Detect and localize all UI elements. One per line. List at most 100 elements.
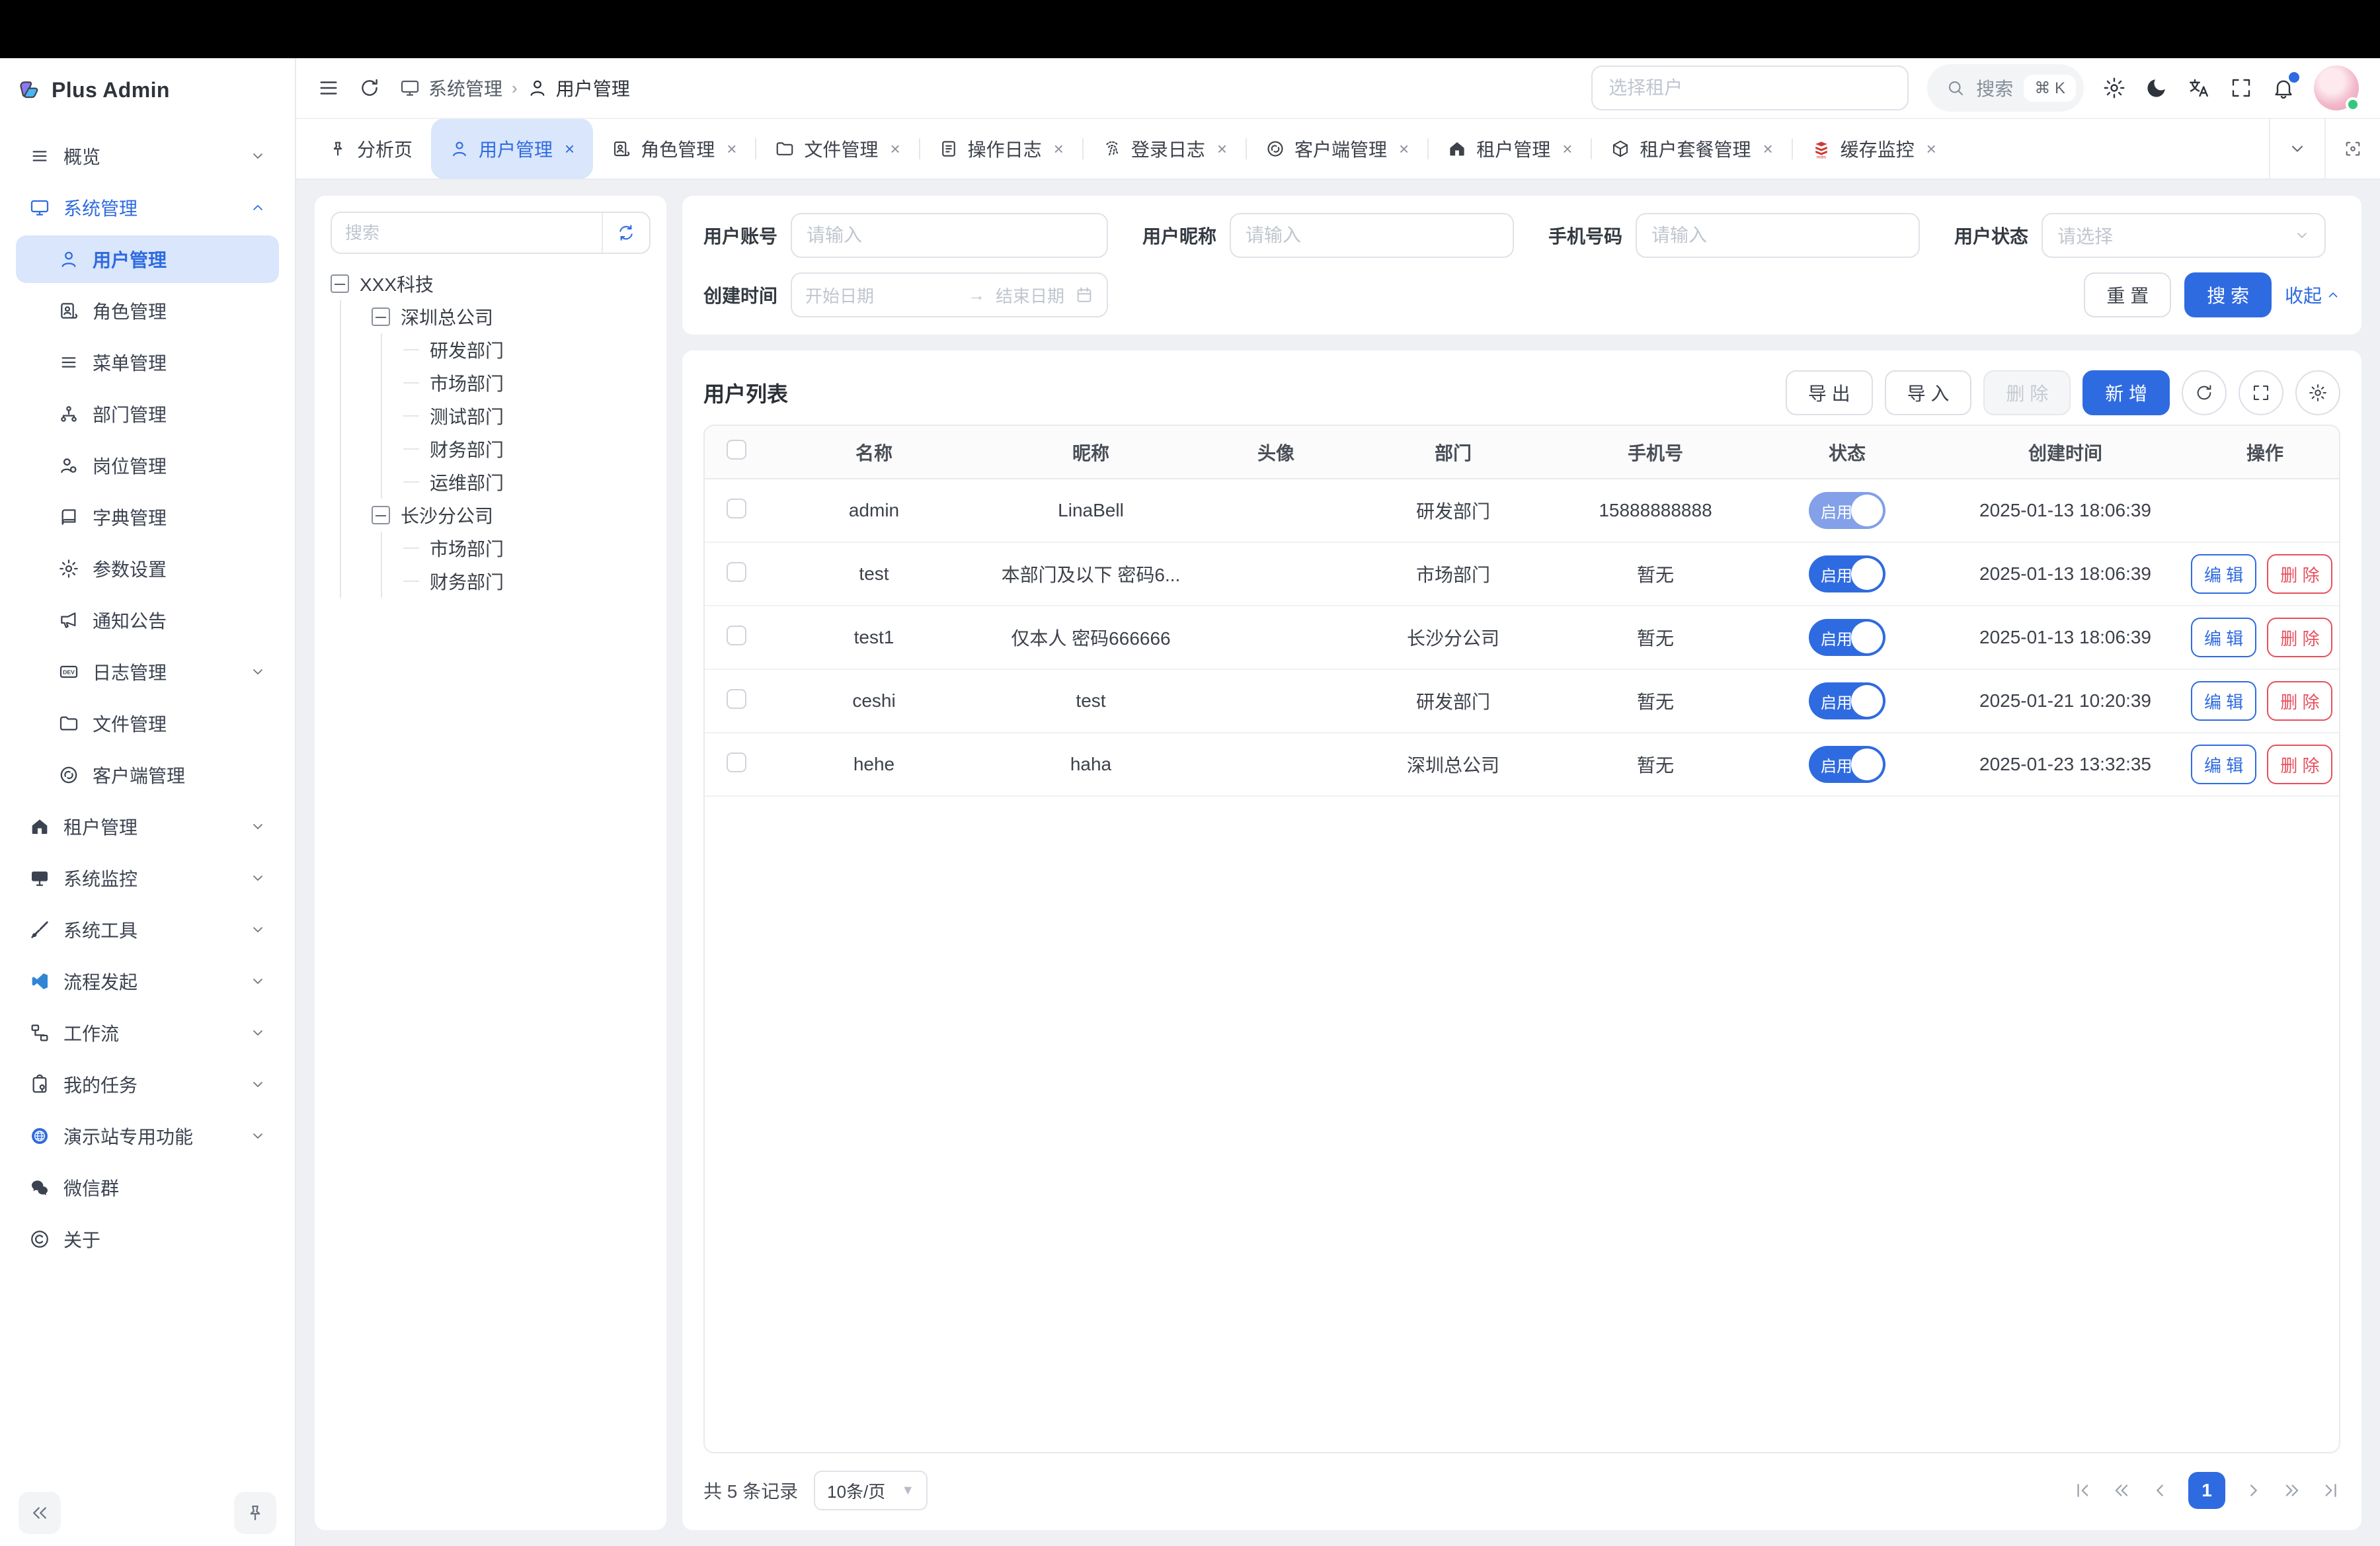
tree-leaf-测试部门[interactable]: 测试部门	[382, 399, 651, 432]
tab-缓存监控[interactable]: redis缓存监控×	[1793, 119, 1955, 179]
table-settings-icon[interactable]	[2295, 370, 2340, 415]
sidebar-item-菜单管理[interactable]: 菜单管理	[16, 339, 279, 386]
sidebar-item-角色管理[interactable]: 角色管理	[16, 287, 279, 335]
sidebar-item-工作流[interactable]: 工作流	[16, 1009, 279, 1057]
sidebar-item-流程发起[interactable]: 流程发起	[16, 957, 279, 1005]
sidebar-item-概览[interactable]: 概览	[16, 132, 279, 180]
next-page-button[interactable]	[2244, 1481, 2264, 1500]
tab-租户套餐管理[interactable]: 租户套餐管理×	[1592, 119, 1791, 179]
prev-page-button[interactable]	[2150, 1481, 2170, 1500]
tabs-dropdown-button[interactable]	[2269, 118, 2324, 179]
sidebar-item-部门管理[interactable]: 部门管理	[16, 390, 279, 438]
row-checkbox[interactable]	[727, 626, 746, 645]
edit-button[interactable]: 编 辑	[2191, 745, 2256, 784]
global-search-button[interactable]: 搜索 ⌘ K	[1927, 64, 2084, 112]
add-button[interactable]: 新 增	[2082, 370, 2170, 415]
tab-close-icon[interactable]: ×	[1399, 139, 1409, 159]
tab-分析页[interactable]: 分析页	[309, 119, 431, 179]
nickname-input[interactable]	[1230, 213, 1514, 258]
sidebar-item-字典管理[interactable]: 字典管理	[16, 493, 279, 541]
tree-node-深圳总公司[interactable]: 深圳总公司	[372, 300, 651, 333]
row-checkbox[interactable]	[727, 689, 746, 709]
tab-close-icon[interactable]: ×	[890, 139, 900, 159]
tab-客户端管理[interactable]: 客户端管理×	[1247, 119, 1427, 179]
fullscreen-icon[interactable]	[2229, 76, 2253, 100]
tab-close-icon[interactable]: ×	[1926, 139, 1936, 159]
delete-row-button[interactable]: 删 除	[2267, 554, 2332, 594]
tab-close-icon[interactable]: ×	[1763, 139, 1772, 159]
collapse-filter-link[interactable]: 收起	[2285, 282, 2340, 308]
tab-登录日志[interactable]: 登录日志×	[1084, 119, 1246, 179]
sidebar-item-微信群[interactable]: 微信群	[16, 1164, 279, 1211]
sidebar-item-关于[interactable]: 关于	[16, 1215, 279, 1263]
status-toggle[interactable]: 启用	[1809, 619, 1885, 656]
tab-操作日志[interactable]: 操作日志×	[920, 119, 1082, 179]
edit-button[interactable]: 编 辑	[2191, 681, 2256, 721]
export-button[interactable]: 导 出	[1786, 370, 1873, 415]
sidebar-item-我的任务[interactable]: 我的任务	[16, 1061, 279, 1108]
tab-租户管理[interactable]: 租户管理×	[1429, 119, 1591, 179]
notification-bell-icon[interactable]	[2272, 76, 2295, 100]
menu-toggle-button[interactable]	[317, 77, 340, 99]
breadcrumb-item-users[interactable]: 用户管理	[527, 75, 630, 101]
tree-leaf-市场部门[interactable]: 市场部门	[382, 366, 651, 399]
edit-button[interactable]: 编 辑	[2191, 618, 2256, 657]
tree-expander-icon[interactable]	[372, 307, 390, 326]
tab-close-icon[interactable]: ×	[1054, 139, 1064, 159]
tab-close-icon[interactable]: ×	[1562, 139, 1572, 159]
row-checkbox[interactable]	[727, 753, 746, 772]
status-toggle[interactable]: 启用	[1809, 555, 1885, 592]
status-toggle[interactable]: 启用	[1809, 492, 1885, 529]
tree-leaf-财务部门[interactable]: 财务部门	[382, 565, 651, 598]
sidebar-item-日志管理[interactable]: DEV日志管理	[16, 648, 279, 696]
sidebar-item-岗位管理[interactable]: 岗位管理	[16, 442, 279, 489]
delete-row-button[interactable]: 删 除	[2267, 618, 2332, 657]
row-checkbox[interactable]	[727, 499, 746, 518]
sidebar-item-参数设置[interactable]: 参数设置	[16, 545, 279, 592]
tab-用户管理[interactable]: 用户管理×	[431, 119, 593, 179]
tree-leaf-财务部门[interactable]: 财务部门	[382, 432, 651, 466]
tab-close-icon[interactable]: ×	[727, 139, 736, 159]
sidebar-pin-button[interactable]	[234, 1492, 276, 1534]
first-page-button[interactable]	[2073, 1481, 2093, 1500]
reset-button[interactable]: 重 置	[2084, 272, 2171, 317]
status-select[interactable]: 请选择	[2042, 213, 2326, 258]
row-checkbox[interactable]	[727, 562, 746, 582]
sidebar-item-系统工具[interactable]: 系统工具	[16, 906, 279, 954]
sidebar-item-文件管理[interactable]: 文件管理	[16, 700, 279, 747]
last-page-button[interactable]	[2320, 1481, 2340, 1500]
tree-node-长沙分公司[interactable]: 长沙分公司	[372, 499, 651, 532]
sidebar-item-系统监控[interactable]: 系统监控	[16, 854, 279, 902]
sidebar-collapse-button[interactable]	[19, 1492, 61, 1534]
tab-角色管理[interactable]: 角色管理×	[593, 119, 755, 179]
sidebar-item-用户管理[interactable]: 用户管理	[16, 235, 279, 283]
current-page-button[interactable]: 1	[2188, 1472, 2225, 1509]
select-all-checkbox[interactable]	[727, 440, 746, 460]
import-button[interactable]: 导 入	[1885, 370, 1972, 415]
status-toggle[interactable]: 启用	[1809, 682, 1885, 719]
dark-mode-moon-icon[interactable]	[2145, 76, 2168, 100]
tree-refresh-icon[interactable]	[602, 213, 649, 253]
sidebar-item-租户管理[interactable]: 租户管理	[16, 803, 279, 850]
tree-search-input[interactable]	[332, 213, 602, 253]
sidebar-item-通知公告[interactable]: 通知公告	[16, 596, 279, 644]
table-fullscreen-icon[interactable]	[2239, 370, 2283, 415]
back-5-pages-button[interactable]	[2112, 1481, 2131, 1500]
account-input[interactable]	[791, 213, 1108, 258]
edit-button[interactable]: 编 辑	[2191, 554, 2256, 594]
sidebar-item-客户端管理[interactable]: 客户端管理	[16, 751, 279, 799]
sidebar-item-系统管理[interactable]: 系统管理	[16, 184, 279, 231]
content-fullscreen-button[interactable]	[2324, 118, 2380, 179]
refresh-page-button[interactable]	[358, 77, 381, 99]
user-avatar[interactable]	[2314, 65, 2359, 110]
tree-node-XXX科技[interactable]: XXX科技	[331, 267, 651, 300]
status-toggle[interactable]: 启用	[1809, 746, 1885, 783]
tenant-select-input[interactable]	[1591, 65, 1909, 110]
tree-leaf-研发部门[interactable]: 研发部门	[382, 333, 651, 366]
tree-leaf-市场部门[interactable]: 市场部门	[382, 532, 651, 565]
delete-row-button[interactable]: 删 除	[2267, 681, 2332, 721]
search-button[interactable]: 搜 索	[2184, 272, 2272, 317]
settings-gear-icon[interactable]	[2102, 76, 2126, 100]
tab-文件管理[interactable]: 文件管理×	[756, 119, 918, 179]
tree-leaf-运维部门[interactable]: 运维部门	[382, 466, 651, 499]
